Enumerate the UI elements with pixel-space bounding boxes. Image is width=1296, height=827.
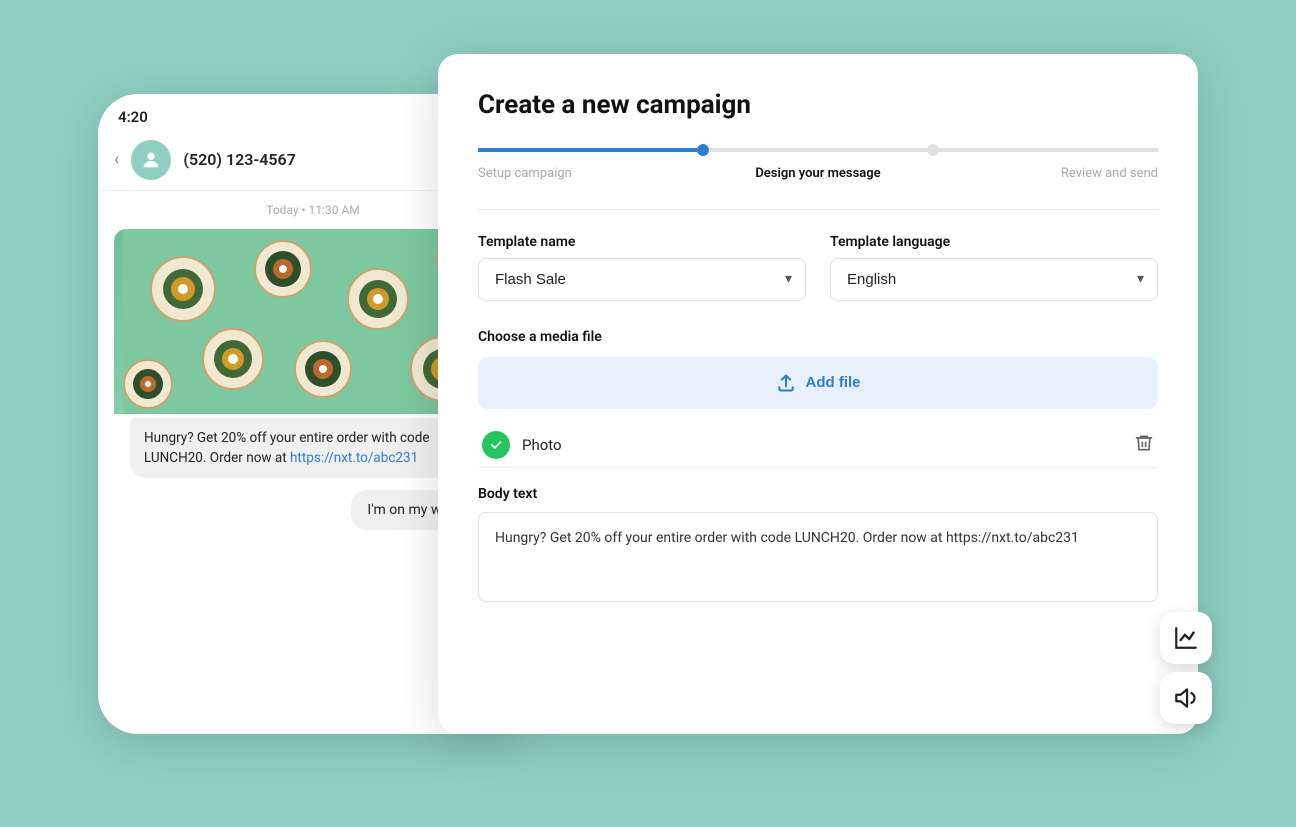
- scene: 4:20: [98, 54, 1198, 774]
- trash-icon: [1134, 432, 1154, 454]
- progress-dot-2: [697, 144, 709, 156]
- floating-widget: [1160, 612, 1212, 724]
- file-name: Photo: [522, 436, 562, 454]
- megaphone-icon: [1173, 685, 1199, 711]
- progress-step-2: [709, 148, 928, 152]
- template-language-group: Template language English Spanish French…: [830, 234, 1158, 301]
- progress-labels: Setup campaign Design your message Revie…: [478, 166, 1158, 181]
- step-label-1: Setup campaign: [478, 166, 705, 181]
- panel-title: Create a new campaign: [478, 90, 1158, 120]
- message-link[interactable]: https://nxt.to/abc231: [290, 450, 418, 466]
- template-language-select-wrapper: English Spanish French ▾: [830, 258, 1158, 301]
- progress-step-1: [478, 148, 697, 152]
- delete-file-button[interactable]: [1134, 432, 1154, 458]
- divider: [478, 209, 1158, 210]
- template-name-group: Template name Flash Sale Summer Sale Hol…: [478, 234, 806, 301]
- progress-track: [478, 144, 1158, 156]
- chart-icon: [1173, 625, 1199, 651]
- body-text-input[interactable]: Hungry? Get 20% off your entire order wi…: [478, 512, 1158, 602]
- person-icon: [140, 149, 162, 171]
- contact-number: (520) 123-4567: [183, 150, 295, 169]
- template-row: Template name Flash Sale Summer Sale Hol…: [478, 234, 1158, 301]
- template-name-select[interactable]: Flash Sale Summer Sale Holiday Promo: [478, 258, 806, 301]
- add-file-button[interactable]: Add file: [478, 357, 1158, 409]
- template-name-label: Template name: [478, 234, 806, 250]
- progress-step-3: [939, 148, 1158, 152]
- template-name-select-wrapper: Flash Sale Summer Sale Holiday Promo ▾: [478, 258, 806, 301]
- back-button[interactable]: ‹: [114, 149, 119, 170]
- media-label: Choose a media file: [478, 329, 1158, 345]
- template-language-label: Template language: [830, 234, 1158, 250]
- phone-time: 4:20: [118, 108, 148, 126]
- step-label-3: Review and send: [931, 166, 1158, 181]
- progress-section: Setup campaign Design your message Revie…: [478, 144, 1158, 181]
- add-file-label: Add file: [806, 374, 861, 391]
- megaphone-widget-button[interactable]: [1160, 672, 1212, 724]
- file-check-icon: [482, 431, 510, 459]
- file-info: Photo: [482, 431, 562, 459]
- checkmark-icon: [489, 438, 503, 452]
- file-row: Photo: [478, 423, 1158, 468]
- chart-widget-button[interactable]: [1160, 612, 1212, 664]
- template-language-select[interactable]: English Spanish French: [830, 258, 1158, 301]
- upload-icon: [776, 373, 796, 393]
- campaign-panel: Create a new campaign Setup campaign Des…: [438, 54, 1198, 734]
- step-label-2: Design your message: [705, 166, 932, 181]
- progress-dot-3: [927, 144, 939, 156]
- body-text-label: Body text: [478, 486, 1158, 502]
- avatar: [131, 140, 171, 180]
